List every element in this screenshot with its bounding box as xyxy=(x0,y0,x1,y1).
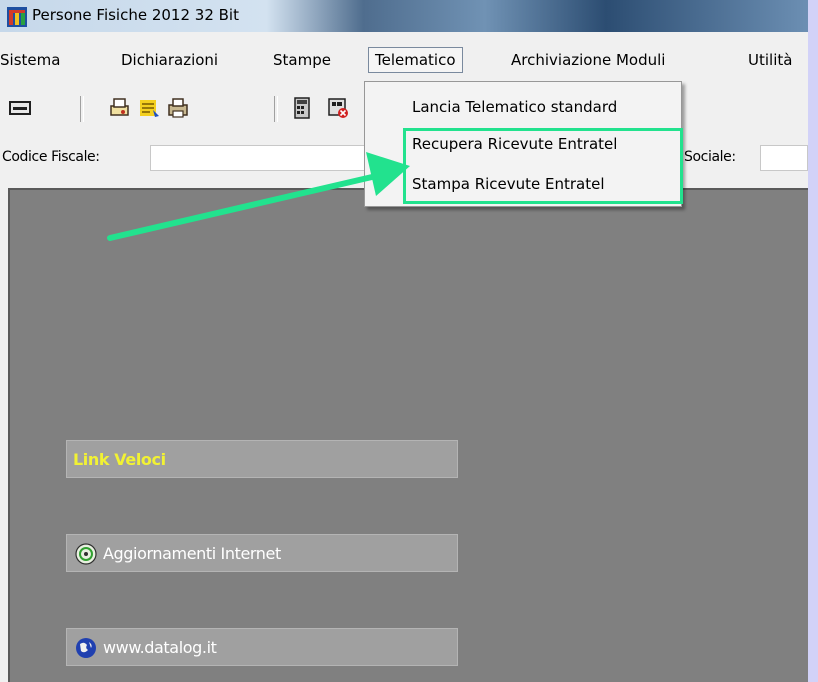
window-title: Persone Fisiche 2012 32 Bit xyxy=(32,6,239,24)
menu-archiviazione-moduli[interactable]: Archiviazione Moduli xyxy=(511,48,665,72)
print-list-icon[interactable] xyxy=(137,96,161,120)
keyboard-icon[interactable] xyxy=(8,96,32,120)
menu-utilita[interactable]: Utilità xyxy=(748,48,792,72)
aggiornamenti-internet-label: Aggiornamenti Internet xyxy=(103,544,281,563)
main-workspace: Link Veloci Aggiornamenti Internet www.d… xyxy=(8,188,808,682)
toolbar-separator xyxy=(80,96,84,122)
menu-item-lancia-telematico[interactable]: Lancia Telematico standard xyxy=(412,98,680,116)
link-veloci-heading: Link Veloci xyxy=(73,450,166,469)
print-preview-icon[interactable] xyxy=(108,96,132,120)
form-delete-icon[interactable] xyxy=(326,96,350,120)
ragione-sociale-input[interactable] xyxy=(760,145,808,171)
highlight-annotation xyxy=(403,128,683,204)
update-disc-icon xyxy=(75,543,97,565)
toolbar-separator xyxy=(274,96,278,122)
datalog-website-label: www.datalog.it xyxy=(103,638,217,657)
codice-fiscale-input[interactable] xyxy=(150,145,370,171)
menu-stampe[interactable]: Stampe xyxy=(273,48,331,72)
calculator-icon[interactable] xyxy=(290,96,314,120)
aggiornamenti-internet-link[interactable]: Aggiornamenti Internet xyxy=(66,534,458,572)
codice-fiscale-label: Codice Fiscale: xyxy=(2,149,100,165)
menu-sistema[interactable]: Sistema xyxy=(0,48,60,72)
ragione-sociale-label: Sociale: xyxy=(684,149,736,165)
menu-telematico[interactable]: Telematico xyxy=(368,47,463,73)
app-logo-icon xyxy=(7,7,27,27)
globe-icon xyxy=(76,638,96,658)
datalog-website-link[interactable]: www.datalog.it xyxy=(66,628,458,666)
printer-icon[interactable] xyxy=(166,96,190,120)
menu-dichiarazioni[interactable]: Dichiarazioni xyxy=(121,48,218,72)
application-window: Persone Fisiche 2012 32 Bit Sistema Dich… xyxy=(0,0,808,682)
title-bar: Persone Fisiche 2012 32 Bit xyxy=(0,0,808,32)
link-veloci-panel: Link Veloci xyxy=(66,440,458,478)
menu-bar: Sistema Dichiarazioni Stampe Telematico … xyxy=(0,47,808,74)
